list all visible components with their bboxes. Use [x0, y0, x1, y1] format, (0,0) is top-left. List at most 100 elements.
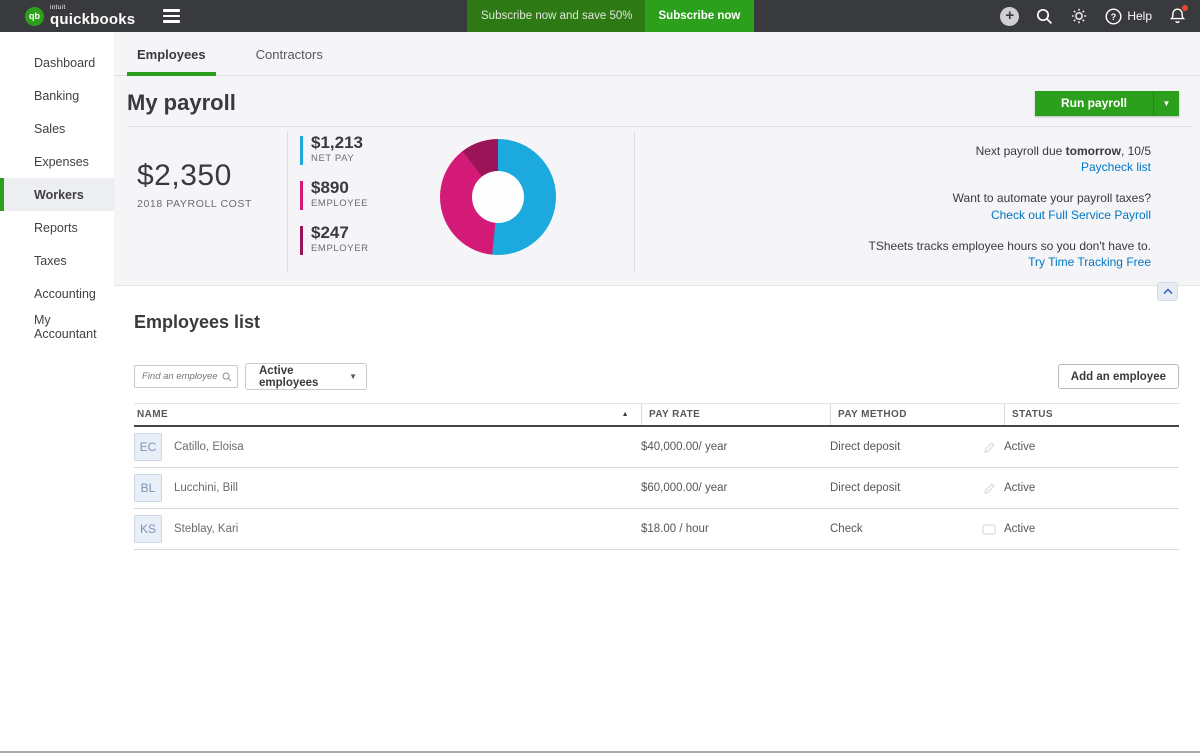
avatar[interactable]: EC [134, 433, 162, 461]
avatar[interactable]: KS [134, 515, 162, 543]
employees-table: NAME ▲ PAY RATE PAY METHOD STATUS EC Cat… [134, 403, 1179, 550]
employee-filter-dropdown[interactable]: Active employees ▼ [245, 363, 367, 390]
topbar-icons: + ? Help [1000, 0, 1186, 32]
employee-name[interactable]: Steblay, Kari [174, 523, 238, 535]
payroll-total: $2,350 2018 PAYROLL COST [137, 159, 252, 210]
edit-pencil-icon[interactable] [983, 482, 996, 495]
svg-text:?: ? [1111, 12, 1117, 22]
sidebar-item-dashboard[interactable]: Dashboard [0, 46, 114, 79]
sidebar-item-my-accountant[interactable]: My Accountant [0, 310, 114, 343]
employer-color-tick [300, 226, 303, 255]
column-header-pay-rate[interactable]: PAY RATE [641, 404, 830, 425]
employer-value: $247 [311, 223, 369, 243]
stat-list: $1,213 NET PAY $890 EMPLOYEE $247 EMPLOY… [300, 133, 369, 268]
help-button[interactable]: ? Help [1105, 8, 1152, 25]
pay-rate-cell: $18.00 / hour [641, 523, 830, 535]
add-employee-button[interactable]: Add an employee [1058, 364, 1179, 389]
sidebar: Dashboard Banking Sales Expenses Workers… [0, 32, 114, 753]
table-row[interactable]: KS Steblay, Kari $18.00 / hour Check Act… [134, 509, 1179, 550]
search-icon[interactable] [1036, 8, 1053, 25]
stat-net-pay: $1,213 NET PAY [300, 133, 369, 165]
employee-name[interactable]: Lucchini, Bill [174, 482, 238, 494]
employer-label: EMPLOYER [311, 243, 369, 254]
status-cell: Active [1004, 482, 1179, 494]
column-header-status[interactable]: STATUS [1004, 404, 1179, 425]
tabstrip: Employees Contractors [114, 32, 1200, 76]
stat-employer: $247 EMPLOYER [300, 223, 369, 255]
pay-method-cell: Direct deposit [830, 441, 1004, 454]
sidebar-item-sales[interactable]: Sales [0, 112, 114, 145]
employee-name[interactable]: Catillo, Eloisa [174, 441, 244, 453]
status-cell: Active [1004, 523, 1179, 535]
tab-contractors[interactable]: Contractors [246, 47, 333, 76]
pay-rate-cell: $60,000.00/ year [641, 482, 830, 494]
sidebar-item-reports[interactable]: Reports [0, 211, 114, 244]
employee-search[interactable] [134, 365, 238, 388]
next-payroll-notice: Next payroll due tomorrow, 10/5 Paycheck… [869, 143, 1151, 175]
help-label: Help [1127, 9, 1152, 23]
banner-text: Subscribe now and save 50% [481, 10, 633, 22]
hamburger-menu-icon[interactable] [163, 9, 180, 23]
full-service-payroll-link[interactable]: Check out Full Service Payroll [991, 208, 1151, 222]
stat-employee: $890 EMPLOYEE [300, 178, 369, 210]
sidebar-item-taxes[interactable]: Taxes [0, 244, 114, 277]
gear-icon[interactable] [1070, 7, 1088, 25]
table-row[interactable]: BL Lucchini, Bill $60,000.00/ year Direc… [134, 468, 1179, 509]
time-tracking-link[interactable]: Try Time Tracking Free [1028, 255, 1151, 269]
column-header-name[interactable]: NAME ▲ [134, 404, 641, 425]
avatar[interactable]: BL [134, 474, 162, 502]
net-pay-value: $1,213 [311, 133, 363, 153]
run-payroll-dropdown-icon[interactable]: ▼ [1153, 91, 1179, 116]
payroll-notices: Next payroll due tomorrow, 10/5 Paycheck… [869, 143, 1151, 285]
employee-value: $890 [311, 178, 368, 198]
quickbooks-logo[interactable]: qb intuit quickbooks [25, 5, 135, 27]
tsheets-notice: TSheets tracks employee hours so you don… [869, 238, 1151, 270]
check-envelope-icon[interactable] [982, 524, 996, 535]
net-pay-color-tick [300, 136, 303, 165]
topbar: qb intuit quickbooks Subscribe now and s… [0, 0, 1200, 32]
page-title: My payroll [127, 90, 236, 116]
payroll-stats: $2,350 2018 PAYROLL COST $1,213 NET PAY … [114, 127, 1200, 285]
payroll-donut-chart [440, 139, 556, 255]
net-pay-label: NET PAY [311, 153, 363, 164]
pay-method-cell: Direct deposit [830, 482, 1004, 495]
pay-rate-cell: $40,000.00/ year [641, 441, 830, 453]
table-header-row: NAME ▲ PAY RATE PAY METHOD STATUS [134, 403, 1179, 427]
payroll-total-value: $2,350 [137, 159, 252, 193]
tab-employees[interactable]: Employees [127, 47, 216, 76]
table-row[interactable]: EC Catillo, Eloisa $40,000.00/ year Dire… [134, 427, 1179, 468]
sidebar-item-expenses[interactable]: Expenses [0, 145, 114, 178]
collapse-panel-button[interactable] [1157, 282, 1178, 301]
sidebar-item-accounting[interactable]: Accounting [0, 277, 114, 310]
payroll-total-label: 2018 PAYROLL COST [137, 198, 252, 210]
pay-method-cell: Check [830, 523, 1004, 535]
run-payroll-button[interactable]: Run payroll [1035, 91, 1153, 116]
quickbooks-label: quickbooks [50, 12, 135, 27]
employee-color-tick [300, 181, 303, 210]
paycheck-list-link[interactable]: Paycheck list [1081, 160, 1151, 174]
help-icon: ? [1105, 8, 1122, 25]
status-cell: Active [1004, 441, 1179, 453]
notifications-bell-icon[interactable] [1169, 7, 1186, 25]
chevron-down-icon: ▼ [349, 372, 357, 381]
employees-list-title: Employees list [134, 312, 1200, 333]
column-header-pay-method[interactable]: PAY METHOD [830, 404, 1004, 425]
employee-label: EMPLOYEE [311, 198, 368, 209]
chevron-up-icon [1163, 288, 1173, 295]
edit-pencil-icon[interactable] [983, 441, 996, 454]
employees-list-section: Employees list Active employees ▼ Add an… [114, 285, 1200, 753]
vertical-divider [287, 131, 288, 273]
filter-selected-value: Active employees [259, 365, 349, 389]
sidebar-item-workers[interactable]: Workers [0, 178, 114, 211]
sidebar-item-banking[interactable]: Banking [0, 79, 114, 112]
payroll-header: My payroll Run payroll ▼ [114, 76, 1200, 126]
quickbooks-logo-icon: qb [25, 7, 44, 26]
employee-search-input[interactable] [142, 371, 222, 382]
sort-ascending-icon[interactable]: ▲ [622, 411, 629, 418]
run-payroll-split-button: Run payroll ▼ [1035, 91, 1179, 116]
automate-taxes-notice: Want to automate your payroll taxes? Che… [869, 190, 1151, 222]
create-plus-icon[interactable]: + [1000, 7, 1019, 26]
subscribe-now-button[interactable]: Subscribe now [645, 0, 755, 32]
search-icon [222, 371, 232, 383]
employees-controls: Active employees ▼ Add an employee [134, 363, 1179, 390]
